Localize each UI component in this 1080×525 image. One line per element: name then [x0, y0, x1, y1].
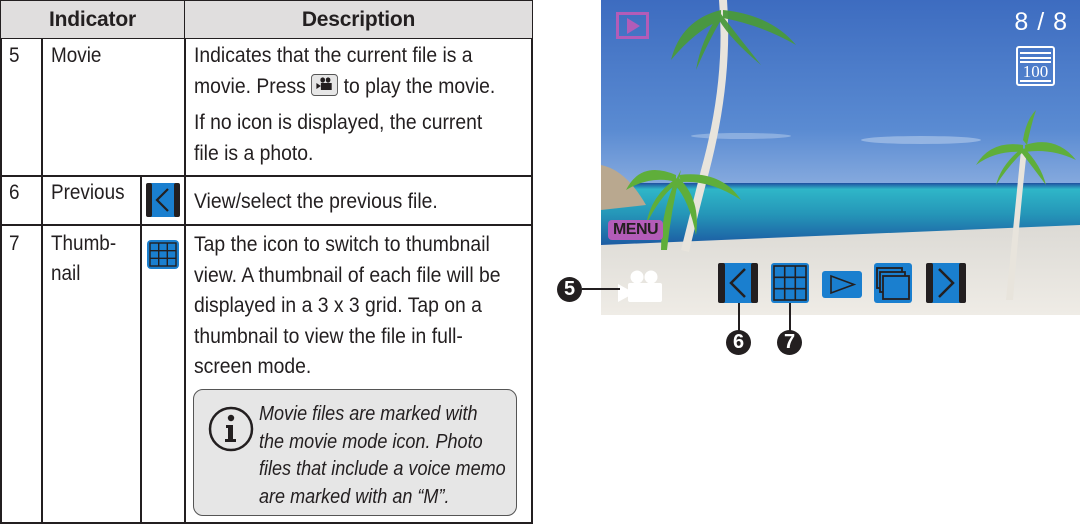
internal-memory-icon: 100	[1016, 46, 1055, 86]
storage-label: 100	[1022, 62, 1049, 81]
callout-6: 6	[726, 330, 751, 355]
row-description: Tap the icon to switch to thumbnail view…	[194, 229, 501, 382]
file-counter: 8 / 8	[1014, 8, 1068, 36]
table-border-right	[531, 38, 533, 524]
col-divider-1	[41, 38, 43, 524]
playback-mode-icon	[616, 12, 649, 39]
callout-7: 7	[777, 330, 802, 355]
thumbnail-grid-icon	[147, 240, 179, 274]
description-line: displayed in a 3 x 3 grid. Tap on a	[194, 293, 482, 317]
callout-6-leader	[738, 303, 740, 331]
description-text: movie. Press	[194, 73, 306, 98]
description-line: Tap the icon to switch to thumbnail	[194, 232, 490, 256]
callout-5-leader	[582, 288, 620, 290]
menu-button[interactable]: MENU	[608, 220, 663, 240]
table-border-bottom	[0, 522, 533, 524]
description-line: movie. Press to play the movie.	[194, 71, 495, 102]
col-divider-2	[140, 175, 142, 524]
row-description: Indicates that the current file is a mov…	[194, 40, 495, 168]
note-box: Movie files are marked with the movie mo…	[193, 389, 517, 516]
description-line: screen mode.	[194, 354, 312, 378]
row-divider	[0, 175, 533, 177]
note-line: Movie files are marked with	[259, 402, 478, 425]
row-name: Movie	[51, 44, 102, 67]
description-line: thumbnail to view the file in full-	[194, 323, 463, 348]
header-indicator: Indicator	[0, 0, 185, 39]
description-line: view. A thumbnail of each file will be	[194, 262, 501, 287]
description-line: Indicates that the current file is a	[194, 43, 473, 67]
callout-7-leader	[789, 303, 791, 331]
note-text: Movie files are marked with the movie mo…	[259, 400, 506, 510]
row-number: 7	[9, 232, 20, 255]
row-description: View/select the previous file.	[194, 189, 438, 213]
note-line: the movie mode icon. Photo	[259, 429, 483, 453]
row-name: Thumb- nail	[51, 229, 116, 289]
indicator-table: Indicator Description 5 Movie Indicates …	[0, 0, 533, 524]
thumbnail-button[interactable]	[771, 263, 809, 303]
description-line: file is a photo.	[194, 140, 314, 165]
movie-camera-button-icon	[311, 73, 339, 96]
note-line: are marked with an “M”.	[259, 484, 450, 508]
beach-photo	[601, 0, 1080, 315]
info-icon	[208, 406, 254, 457]
col-divider-3	[184, 38, 186, 524]
header-description: Description	[184, 0, 533, 39]
row-name: Previous	[51, 181, 125, 204]
description-text: to play the movie.	[343, 73, 496, 98]
note-line: files that include a voice memo	[259, 457, 506, 480]
playback-screen: 8 / 8 100 MENU	[601, 0, 1080, 315]
callout-5: 5	[557, 277, 582, 302]
slideshow-button[interactable]	[874, 263, 912, 303]
movie-camera-icon	[618, 270, 663, 308]
row-number: 6	[9, 181, 20, 204]
table-border-left	[0, 38, 2, 524]
row-name-line: nail	[51, 262, 81, 285]
row-name-line: Thumb-	[51, 232, 117, 255]
previous-button[interactable]	[718, 263, 758, 303]
row-number: 5	[9, 44, 20, 67]
play-button[interactable]	[822, 271, 862, 298]
row-divider	[0, 224, 533, 226]
description-line: If no icon is displayed, the current	[194, 110, 483, 134]
previous-icon	[146, 183, 180, 222]
next-button[interactable]	[926, 263, 966, 303]
